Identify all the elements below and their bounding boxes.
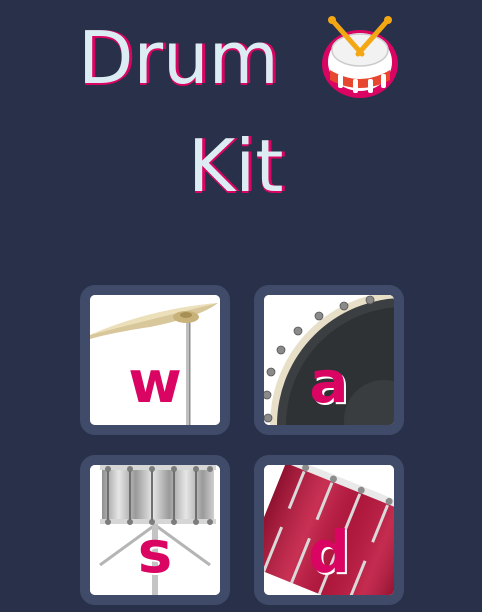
drum-emoji-icon <box>322 16 398 98</box>
title-drum: Drum <box>78 16 279 100</box>
key-label-s: s <box>137 518 173 586</box>
drum-button-d[interactable]: d <box>254 455 404 605</box>
key-label-w: w <box>128 348 182 416</box>
drum-button-w[interactable]: w <box>80 285 230 435</box>
drum-button-a[interactable]: a <box>254 285 404 435</box>
key-label-a: a <box>309 348 349 416</box>
title-kit: Kit <box>188 124 284 208</box>
drum-button-s[interactable]: s <box>80 455 230 605</box>
key-label-d: d <box>308 518 350 586</box>
